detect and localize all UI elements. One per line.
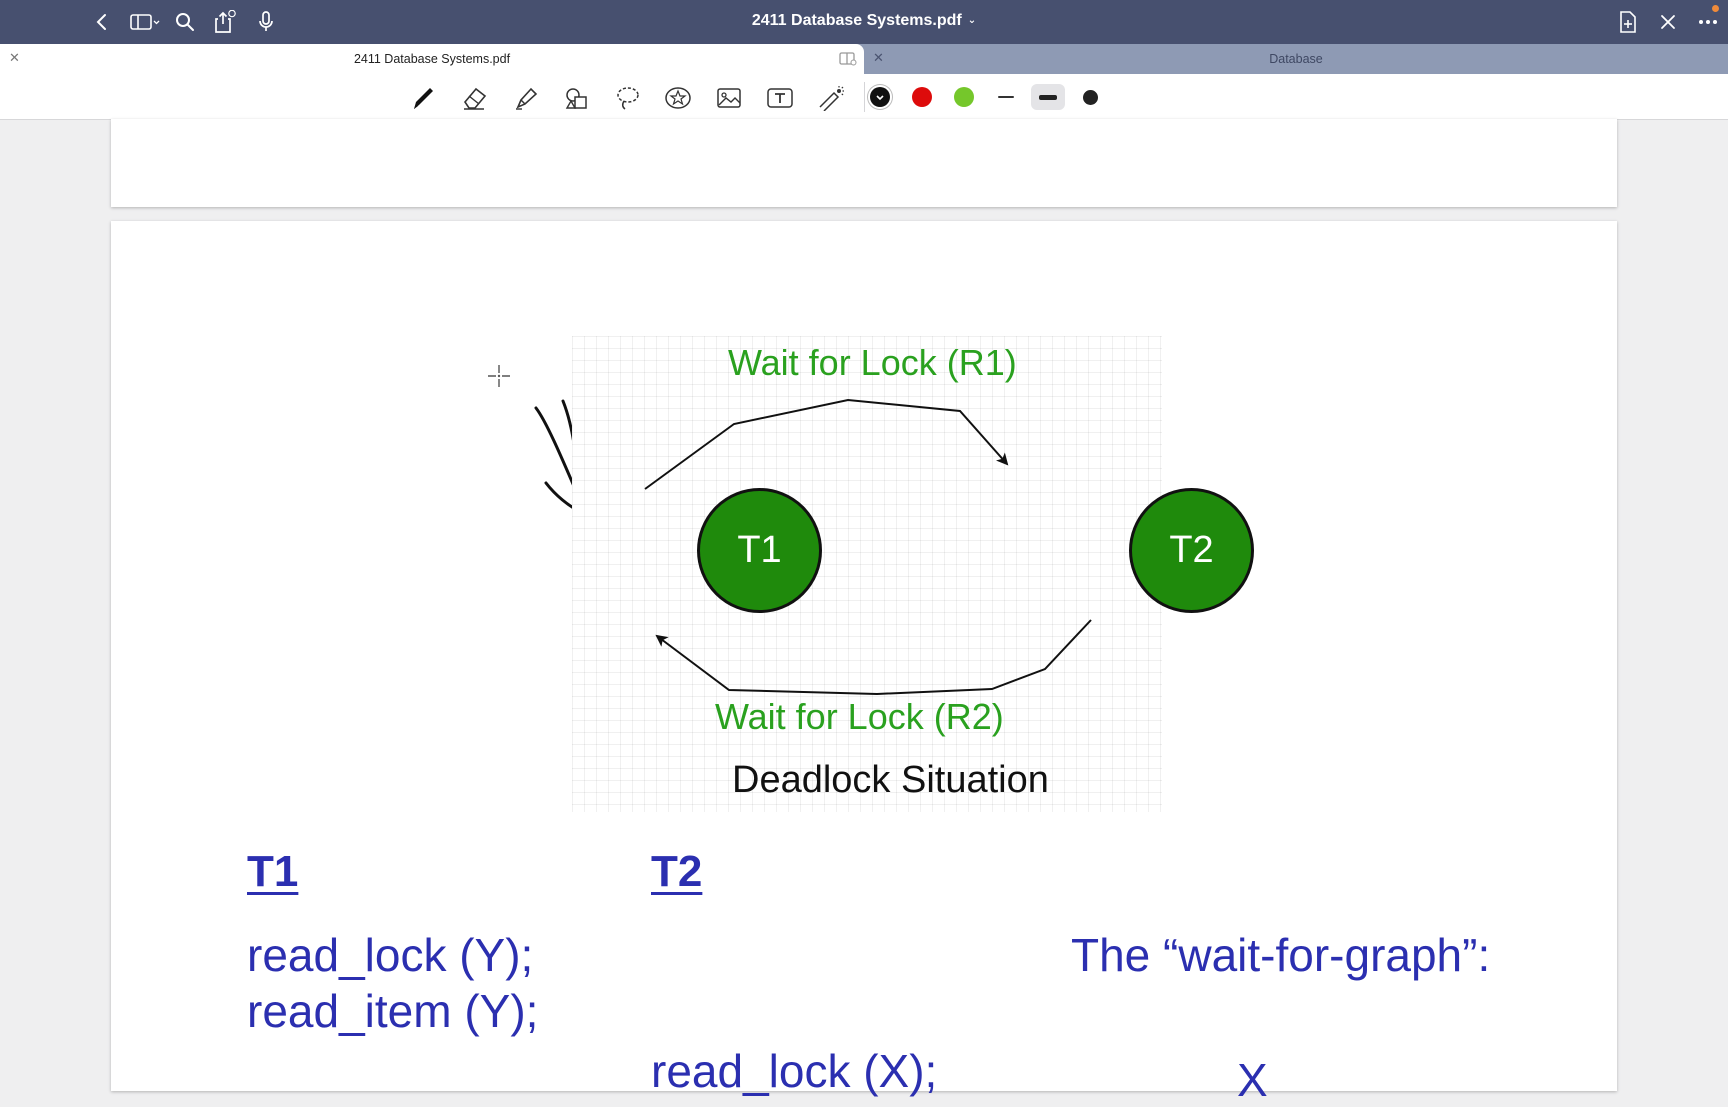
wait-for-graph-node-partial: X	[1237, 1054, 1268, 1106]
diagram-edges	[644, 398, 1092, 696]
t1-line-1: read_lock (Y);	[247, 929, 534, 981]
stroke-thick-option[interactable]	[1073, 84, 1107, 110]
eraser-icon[interactable]	[459, 84, 489, 112]
laser-pointer-icon[interactable]	[816, 84, 846, 112]
tab-label: 2411 Database Systems.pdf	[353, 52, 511, 66]
edge-label-r2: Wait for Lock (R2)	[715, 696, 1004, 737]
close-document-icon[interactable]	[1656, 10, 1680, 34]
previous-page	[111, 119, 1617, 207]
pdf-page[interactable]: Wait for Lock (R1) T1 T2 Wait for Lock (…	[111, 221, 1617, 1106]
tab-label: Database	[1269, 52, 1323, 66]
lasso-icon[interactable]	[613, 84, 643, 112]
highlighter-icon[interactable]	[511, 84, 541, 112]
tab-database[interactable]: ✕ Database	[864, 44, 1728, 74]
crosshair-cursor-icon	[488, 365, 510, 387]
t2-heading: T2	[651, 847, 703, 896]
node-t1: T1	[697, 488, 822, 613]
color-swatch-black[interactable]	[870, 87, 890, 107]
edge-label-r1: Wait for Lock (R1)	[728, 342, 1017, 383]
node-t1-label: T1	[737, 529, 782, 571]
node-t2: T2	[1129, 488, 1254, 613]
chevron-down-icon: ⌄	[967, 15, 977, 26]
more-icon[interactable]	[1696, 10, 1720, 34]
sticker-icon[interactable]	[663, 84, 693, 112]
annotation-toolbar	[0, 74, 1728, 120]
split-view-icon[interactable]	[839, 52, 857, 71]
t1-line-2: read_item (Y);	[247, 985, 539, 1037]
stroke-medium-option[interactable]	[1031, 84, 1065, 110]
t2-line-1: read_lock (X);	[651, 1045, 938, 1097]
text-box-icon[interactable]	[765, 84, 795, 112]
tab-2411-database-systems[interactable]: ✕ 2411 Database Systems.pdf	[0, 44, 864, 74]
document-title: 2411 Database Systems.pdf	[751, 12, 962, 29]
toolbar-divider	[864, 82, 865, 112]
image-icon[interactable]	[714, 84, 744, 112]
pen-icon[interactable]	[408, 84, 438, 112]
new-page-icon[interactable]	[1616, 10, 1640, 34]
color-swatch-green[interactable]	[954, 87, 974, 107]
title-bar: 2411 Database Systems.pdf ⌄	[0, 0, 1728, 44]
shapes-icon[interactable]	[562, 84, 592, 112]
deadlock-diagram: Wait for Lock (R1) T1 T2 Wait for Lock (…	[572, 336, 1254, 812]
color-swatch-red[interactable]	[912, 87, 932, 107]
notification-dot	[1712, 5, 1719, 12]
tab-bar: ✕ 2411 Database Systems.pdf ✕ Database	[0, 44, 1728, 74]
document-title-menu[interactable]: 2411 Database Systems.pdf ⌄	[0, 12, 1728, 30]
node-t2-label: T2	[1169, 529, 1214, 571]
wait-for-graph-label: The “wait-for-graph”:	[1071, 929, 1491, 981]
diagram-caption: Deadlock Situation	[732, 759, 1049, 801]
t1-heading: T1	[247, 847, 299, 896]
stroke-thin-option[interactable]	[989, 84, 1023, 110]
